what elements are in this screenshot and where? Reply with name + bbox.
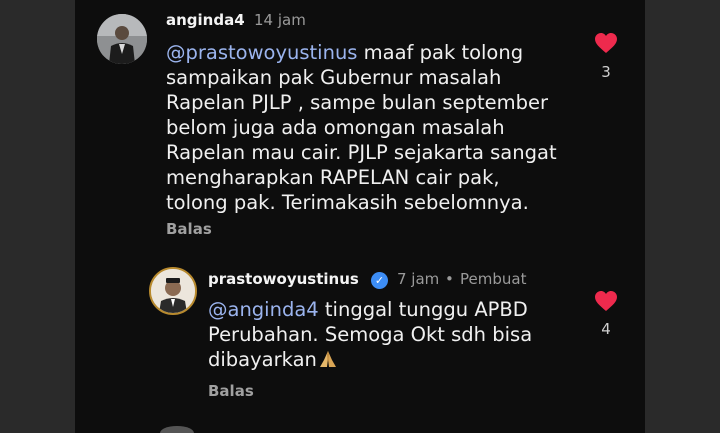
reply-avatar[interactable] <box>149 267 197 315</box>
heart-icon[interactable] <box>594 290 618 312</box>
reply-separator: • <box>445 270 454 288</box>
comment-line-5: Rapelan mau cair. PJLP sejakarta sangat <box>166 141 557 164</box>
comment-like-count: 3 <box>601 63 611 81</box>
folded-hands-emoji-icon <box>319 351 336 367</box>
reply-line-2: Perubahan. Semoga Okt sdh bisa <box>208 323 533 346</box>
reply-line-1: tinggal tunggu APBD <box>318 298 528 321</box>
next-comment-avatar[interactable] <box>160 426 194 433</box>
reply-avatar-image <box>151 269 195 313</box>
comment-line-1: maaf pak tolong <box>357 41 524 64</box>
comment-line-7: tolong pak. Terimakasih sebelomnya. <box>166 191 529 214</box>
reply-like-count: 4 <box>601 320 611 338</box>
comment-line-3: Rapelan PJLP , sampe bulan september <box>166 91 549 114</box>
reply-text: @anginda4 tinggal tunggu APBD Perubahan.… <box>208 297 598 372</box>
comment-line-4: belom juga ada omongan masalah <box>166 116 505 139</box>
comment-mention[interactable]: @prastowoyustinus <box>166 41 357 64</box>
reply-reply-button[interactable]: Balas <box>208 382 254 400</box>
reply-username[interactable]: prastowoyustinus <box>208 270 359 288</box>
comment-username[interactable]: anginda4 <box>166 11 245 29</box>
avatar-image <box>97 14 147 64</box>
verified-badge-icon: ✓ <box>371 272 388 289</box>
avatar[interactable] <box>97 14 147 64</box>
reply-creator-label: Pembuat <box>460 270 527 288</box>
comment-text: @prastowoyustinus maaf pak tolong sampai… <box>166 40 606 215</box>
reply-mention[interactable]: @anginda4 <box>208 298 319 321</box>
comment-time: 14 jam <box>254 11 306 29</box>
reply-time: 7 jam <box>397 270 440 288</box>
comment-line-6: mengharapkan RAPELAN cair pak, <box>166 166 500 189</box>
comments-panel: anginda4 14 jam @prastowoyustinus maaf p… <box>75 0 645 433</box>
reply-line-3: dibayarkan <box>208 348 317 371</box>
heart-icon[interactable] <box>594 32 618 54</box>
comment-reply-button[interactable]: Balas <box>166 220 212 238</box>
comment-line-2: sampaikan pak Gubernur masalah <box>166 66 502 89</box>
